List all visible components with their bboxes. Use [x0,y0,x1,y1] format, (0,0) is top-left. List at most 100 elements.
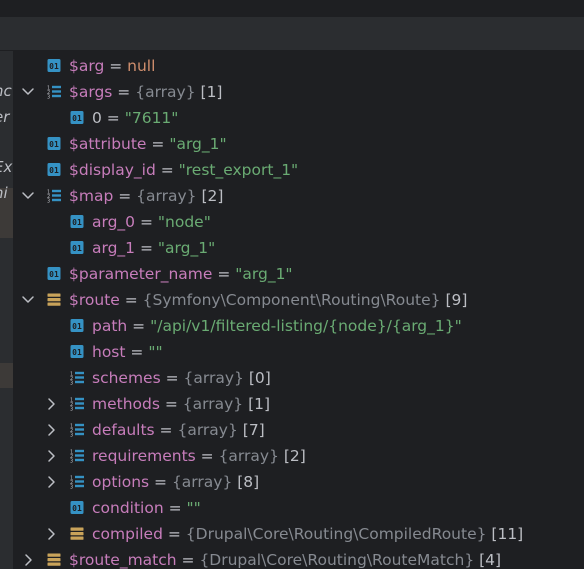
variable-value: "" [186,499,201,517]
equals-sign: = [212,265,236,283]
field-icon: 01 [70,110,84,125]
equals-sign: = [176,551,200,569]
array-icon: 123 [70,370,84,387]
variable-name: $args [69,83,113,101]
variable-value: {array} [171,473,233,491]
variable-count: [9] [440,291,468,309]
equals-sign: = [155,161,179,179]
frame-label-fragment[interactable]: nc [0,82,12,100]
variable-count: [0] [243,369,271,387]
frame-label-fragment[interactable]: ni [0,184,8,202]
chevron-right-icon[interactable] [44,397,58,411]
chevron-right-icon[interactable] [44,423,58,437]
frames-panel-selected-row [0,363,13,388]
field-icon: 01 [70,318,84,333]
svg-text:3: 3 [70,485,73,490]
variable-text: $route = {Symfony\Component\Routing\Rout… [69,289,467,311]
array-icon: 123 [47,84,61,101]
frame-label-fragment[interactable]: Ex [0,158,12,176]
equals-sign: = [162,525,186,543]
chevron-down-icon[interactable] [21,189,35,203]
variable-count: [4] [474,551,502,569]
variable-row[interactable]: $route_match = {Drupal\Core\Routing\Rout… [14,547,584,569]
chevron-right-icon[interactable] [44,449,58,463]
equals-sign: = [104,57,128,75]
variable-name: compiled [92,525,163,543]
chevron-down-icon[interactable] [21,293,35,307]
equals-sign: = [163,499,187,517]
variable-value: {Drupal\Core\Routing\CompiledRoute} [185,525,487,543]
equals-sign: = [101,109,125,127]
field-icon: 01 [70,214,84,229]
variable-value: "arg_1" [169,135,227,153]
variable-row[interactable]: 01 0 = "7611" [14,105,584,131]
svg-text:01: 01 [49,270,59,279]
equals-sign: = [159,395,183,413]
equals-sign: = [127,317,151,335]
variable-text: $args = {array} [1] [69,81,222,103]
variable-name: $route [69,291,120,309]
equals-sign: = [135,239,158,257]
chevron-down-icon[interactable] [21,85,35,99]
variable-text: $display_id = "rest_export_1" [69,159,298,181]
variable-value: "rest_export_1" [178,161,299,179]
variable-row[interactable]: 1 2 3 $map = {array} [2] [14,183,584,209]
variable-name: path [92,317,128,335]
variable-value: "arg_1" [235,265,293,283]
object-icon [47,552,61,567]
variable-name: arg_0 [92,213,136,231]
svg-text:3: 3 [47,95,50,100]
variable-row[interactable]: 1 2 3 schemes = {array} [0] [14,365,584,391]
array-icon: 123 [47,188,61,205]
variable-value: "" [148,343,163,361]
chevron-right-icon[interactable] [44,475,58,489]
frame-label-fragment[interactable]: er [0,108,9,126]
variable-text: condition = "" [92,497,201,519]
variable-row[interactable]: 1 2 3 defaults = {array} [7] [14,417,584,443]
variable-row[interactable]: 1 2 3 options = {array} [8] [14,469,584,495]
variable-row[interactable]: 01 $display_id = "rest_export_1" [14,157,584,183]
array-icon: 123 [70,448,84,465]
svg-text:01: 01 [72,348,82,357]
variable-value: {Drupal\Core\Routing\RouteMatch} [199,551,475,569]
frames-panel: nc er Ex ni [0,51,14,569]
variable-row[interactable]: 01 arg_0 = "node" [14,209,584,235]
variable-row[interactable]: compiled = {Drupal\Core\Routing\Compiled… [14,521,584,547]
variable-count: [8] [232,473,260,491]
variable-name: schemes [92,369,161,387]
variable-name: requirements [92,447,196,465]
variable-row[interactable]: 01 $attribute = "arg_1" [14,131,584,157]
variable-value: {array} [135,83,196,101]
equals-sign: = [149,473,172,491]
equals-sign: = [154,421,178,439]
variable-row[interactable]: 1 2 3 requirements = {array} [2] [14,443,584,469]
variable-row[interactable]: 1 2 3 methods = {array} [1] [14,391,584,417]
variable-count: [2] [196,187,224,205]
variable-value: {array} [177,421,238,439]
array-icon: 123 [70,422,84,439]
variable-text: schemes = {array} [0] [92,367,271,389]
variable-name: methods [92,395,160,413]
variable-row[interactable]: 01 host = "" [14,339,584,365]
variable-row[interactable]: 01 $arg = null [14,53,584,79]
svg-text:01: 01 [49,166,59,175]
equals-sign: = [112,83,136,101]
variable-name: $attribute [69,135,147,153]
equals-sign: = [125,343,149,361]
variable-text: $attribute = "arg_1" [69,133,227,155]
variable-row[interactable]: 01 condition = "" [14,495,584,521]
variable-value: "arg_1" [157,239,216,257]
variable-row[interactable]: 01 path = "/api/v1/filtered-listing/{node… [14,313,584,339]
variable-row[interactable]: $route = {Symfony\Component\Routing\Rout… [14,287,584,313]
variable-value: null [127,57,156,75]
svg-text:3: 3 [47,199,50,204]
chevron-right-icon[interactable] [21,553,35,567]
debugger-toolbar [0,17,584,51]
field-icon: 01 [70,500,84,515]
variable-row[interactable]: 01 $parameter_name = "arg_1" [14,261,584,287]
svg-text:3: 3 [70,381,73,386]
variable-row[interactable]: 1 2 3 $args = {array} [1] [14,79,584,105]
chevron-right-icon[interactable] [44,527,58,541]
variable-text: options = {array} [8] [92,471,259,493]
variable-row[interactable]: 01 arg_1 = "arg_1" [14,235,584,261]
